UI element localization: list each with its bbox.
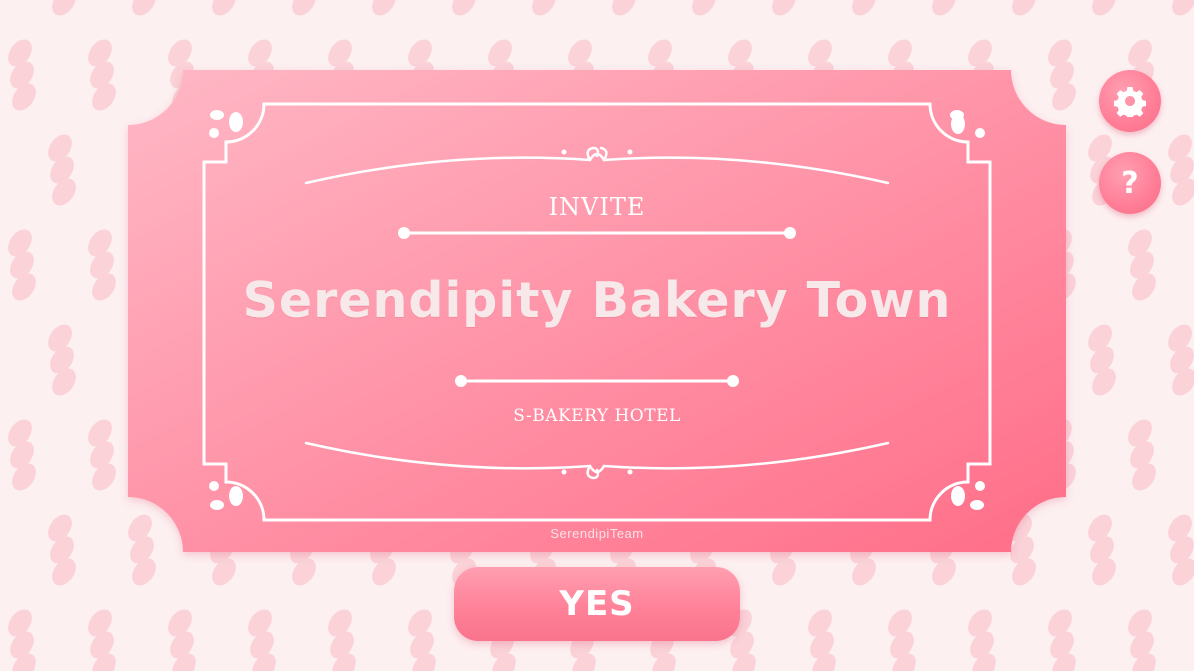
hotel-subtitle: S-BAKERY HOTEL [513,406,681,426]
yes-button[interactable]: YES [454,567,740,641]
game-title: Serendipity Bakery Town [242,272,952,329]
gear-icon [1114,87,1146,117]
invite-label: INVITE [548,193,646,221]
game-screen: INVITE Serendipity Bakery Town S-BAKERY … [0,0,1194,671]
question-icon: ? [1121,165,1139,201]
help-button[interactable]: ? [1099,152,1161,214]
team-credit: SerendipiTeam [550,526,644,541]
yes-button-label: YES [559,584,635,624]
settings-button[interactable] [1099,70,1161,132]
